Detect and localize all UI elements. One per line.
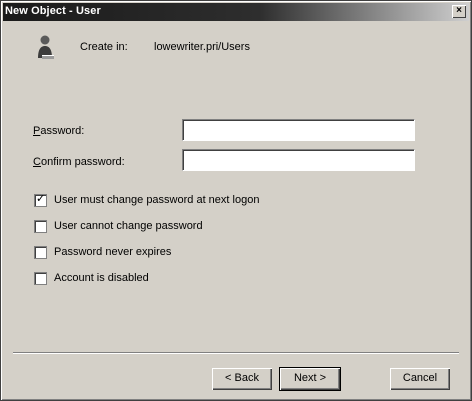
check-icon: ✓ [36, 193, 46, 205]
checkbox[interactable] [34, 246, 47, 259]
checkbox[interactable]: ✓ [34, 193, 47, 207]
create-in-label: Create in: [80, 41, 128, 53]
title-bar[interactable]: New Object - User × [3, 3, 469, 21]
new-object-user-dialog: New Object - User × Create in: lowewrite… [0, 0, 472, 401]
user-icon [38, 35, 54, 59]
window-title: New Object - User [5, 5, 101, 17]
confirm-password-label: Confirm password: [33, 156, 125, 168]
password-input[interactable] [182, 119, 415, 141]
checkbox[interactable] [34, 220, 47, 233]
create-in-path: lowewriter.pri/Users [154, 41, 250, 53]
back-button[interactable]: < Back [212, 368, 272, 390]
confirm-password-input[interactable] [182, 149, 415, 171]
password-label: Password: [33, 125, 85, 137]
next-button[interactable]: Next > [279, 367, 341, 391]
close-button[interactable]: × [452, 5, 466, 18]
separator [13, 352, 459, 354]
cancel-button[interactable]: Cancel [390, 368, 450, 390]
checkbox[interactable] [34, 272, 47, 285]
